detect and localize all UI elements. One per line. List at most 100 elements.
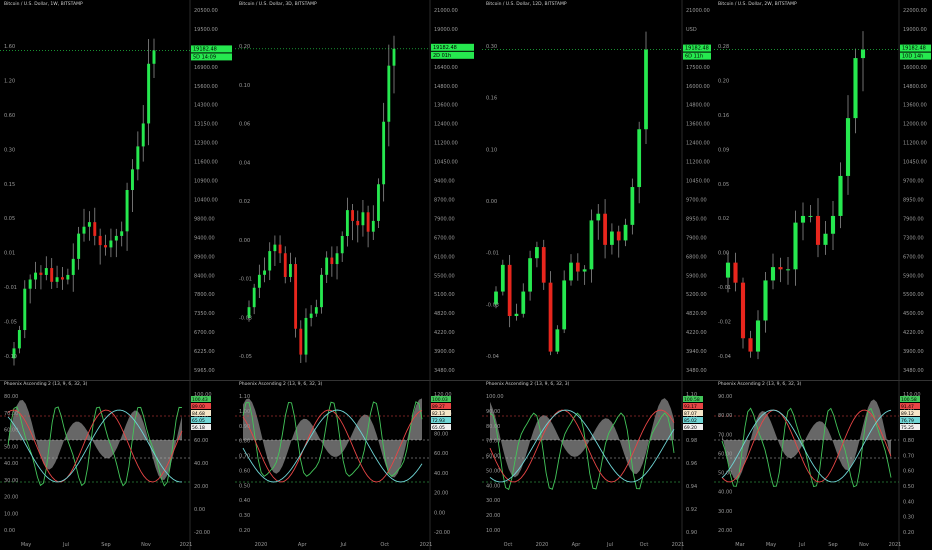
osc-left-label: 60.00 (718, 451, 732, 457)
left-scale-label: 0.30 (4, 147, 15, 153)
candle (630, 187, 635, 225)
price-tick-label: 10900.00 (194, 179, 218, 185)
left-scale-label: 0.04 (239, 160, 250, 166)
candle (147, 63, 151, 124)
indicator-title: Phoenix Ascending 2 (13, 9, 6, 32, 3) (486, 382, 570, 387)
chart-panel-4[interactable]: 22000.0019000.0017000.0016000.0014800.00… (714, 0, 932, 550)
left-scale-label: 0.00 (718, 251, 729, 257)
time-axis-label: Jul (62, 542, 69, 548)
osc-badge-text: 84.68 (192, 411, 205, 417)
osc-left-label: 70.00 (486, 439, 500, 445)
osc-badge-text: 56.18 (192, 425, 205, 431)
osc-badge-text: 85.02 (684, 418, 697, 424)
left-scale-label: 0.28 (718, 44, 729, 50)
left-scale-label: 0.02 (718, 216, 729, 222)
candle (130, 169, 134, 191)
time-axis-label: 2021 (180, 542, 193, 548)
candle (616, 231, 621, 241)
chart-panel-3[interactable]: 21000.00USD19000.0017500.0016000.0014800… (482, 0, 712, 550)
candle (345, 210, 349, 237)
left-scale-label: 0.09 (718, 147, 729, 153)
price-tick-label: 12400.00 (434, 122, 458, 128)
candle (50, 268, 54, 282)
price-tick-label: 8950.00 (686, 216, 707, 222)
osc-badge-text: 65.05 (432, 425, 445, 431)
osc-left-label: 90.00 (486, 409, 500, 415)
time-axis-label: Apr (298, 542, 308, 548)
osc-tick-label: 0.70 (903, 453, 914, 459)
candle (830, 215, 836, 234)
countdown-badge-text: 5D 14:09 (193, 54, 216, 60)
price-tick-label: 19000.00 (903, 27, 927, 33)
candle (541, 247, 546, 283)
candle (823, 233, 828, 245)
pane-divider (0, 380, 932, 381)
candle (330, 257, 334, 265)
price-tick-label: 12400.00 (686, 141, 710, 147)
osc-tick-label: 0.98 (686, 438, 697, 444)
candle (528, 258, 532, 292)
chart-panel-1[interactable]: 20500.0019500.0018000.0016900.0015600.00… (0, 0, 233, 550)
price-tick-label: 11200.00 (903, 141, 927, 147)
osc-left-label: 40.00 (718, 490, 732, 496)
left-scale-label: 0.01 (4, 251, 15, 257)
time-axis-label: Mar (735, 542, 745, 548)
price-tick-label: 19000.00 (434, 27, 458, 33)
price-tick-label: 16400.00 (434, 65, 458, 71)
price-tick-label: 17500.00 (686, 65, 710, 71)
chart-title: Bitcoin / U.S. Dollar, 1W, BITSTAMP (4, 2, 83, 7)
time-axis-label: 2021 (420, 542, 433, 548)
price-tick-label: 4220.00 (903, 330, 924, 336)
left-scale-label: -0.10 (4, 354, 17, 360)
time-axis-label: May (766, 542, 776, 548)
left-scale-label: -0.05 (4, 320, 17, 326)
candle (500, 264, 505, 292)
price-tick-label: 5900.00 (903, 273, 924, 279)
osc-tick-label: 0.50 (903, 484, 914, 490)
osc-left-label: 50.00 (486, 468, 500, 474)
osc-badge-text: 100.03 (432, 397, 448, 403)
candle (136, 146, 140, 170)
candle (152, 50, 156, 64)
time-axis-label: Nov (859, 542, 869, 548)
osc-left-label: 0.70 (239, 454, 250, 460)
candle (356, 220, 360, 226)
candle (28, 279, 32, 289)
candle (785, 269, 791, 271)
candle (366, 212, 370, 232)
price-tick-label: 16900.00 (194, 65, 218, 71)
time-axis-label: 2020 (255, 542, 268, 548)
candle (17, 330, 21, 349)
price-tick-label: 14800.00 (903, 84, 927, 90)
candle (808, 215, 813, 217)
candle (562, 280, 567, 330)
candle (44, 268, 48, 275)
candle (623, 224, 628, 241)
candle (387, 65, 391, 122)
candle (589, 220, 594, 270)
osc-histogram (490, 398, 674, 478)
osc-left-label: 70.00 (4, 411, 18, 417)
price-tick-label: 14800.00 (434, 84, 458, 90)
candle (382, 121, 386, 185)
price-tick-label: 5500.00 (434, 273, 455, 279)
left-scale-label: 0.05 (4, 216, 15, 222)
candle (283, 253, 287, 277)
osc-tick-label: 0.96 (686, 461, 697, 467)
price-tick-label: 7800.00 (194, 292, 215, 298)
osc-left-label: 0.60 (239, 468, 250, 474)
osc-tick-label: 0.90 (686, 530, 697, 536)
osc-tick-label: 40.00 (434, 471, 448, 477)
left-scale-label: 0.16 (486, 96, 497, 102)
osc-left-label: 30.00 (718, 509, 732, 515)
chart-panel-2[interactable]: 21000.0019000.0017000.0016400.0014800.00… (235, 0, 475, 550)
candle (800, 215, 806, 223)
candle (268, 251, 272, 271)
price-tick-label: 6700.00 (194, 330, 215, 336)
osc-tick-label: 40.00 (194, 461, 208, 467)
countdown-badge-text: 2D 01h (433, 53, 451, 59)
left-scale-label: -0.01 (486, 251, 499, 257)
panel-svg: 22000.0019000.0017000.0016000.0014800.00… (714, 0, 931, 550)
price-badge-text: 19182.48 (685, 46, 709, 52)
osc-left-label: 60.00 (486, 454, 500, 460)
